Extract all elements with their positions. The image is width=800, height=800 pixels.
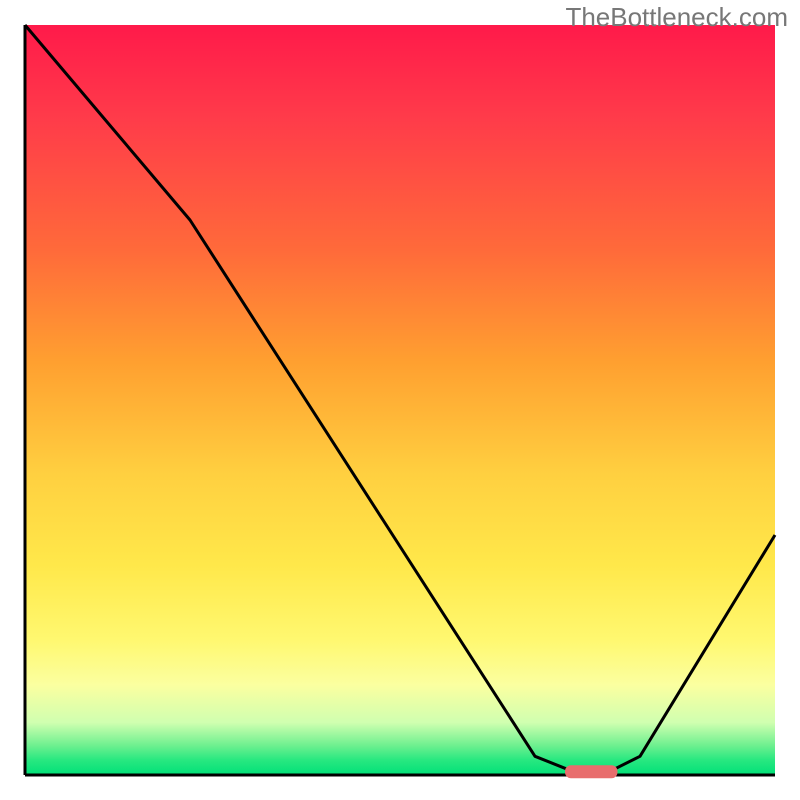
optimal-marker	[565, 765, 618, 778]
axes	[25, 25, 775, 775]
bottleneck-curve	[25, 25, 775, 771]
chart-svg	[0, 0, 800, 800]
watermark: TheBottleneck.com	[565, 2, 788, 33]
chart-container: TheBottleneck.com	[0, 0, 800, 800]
